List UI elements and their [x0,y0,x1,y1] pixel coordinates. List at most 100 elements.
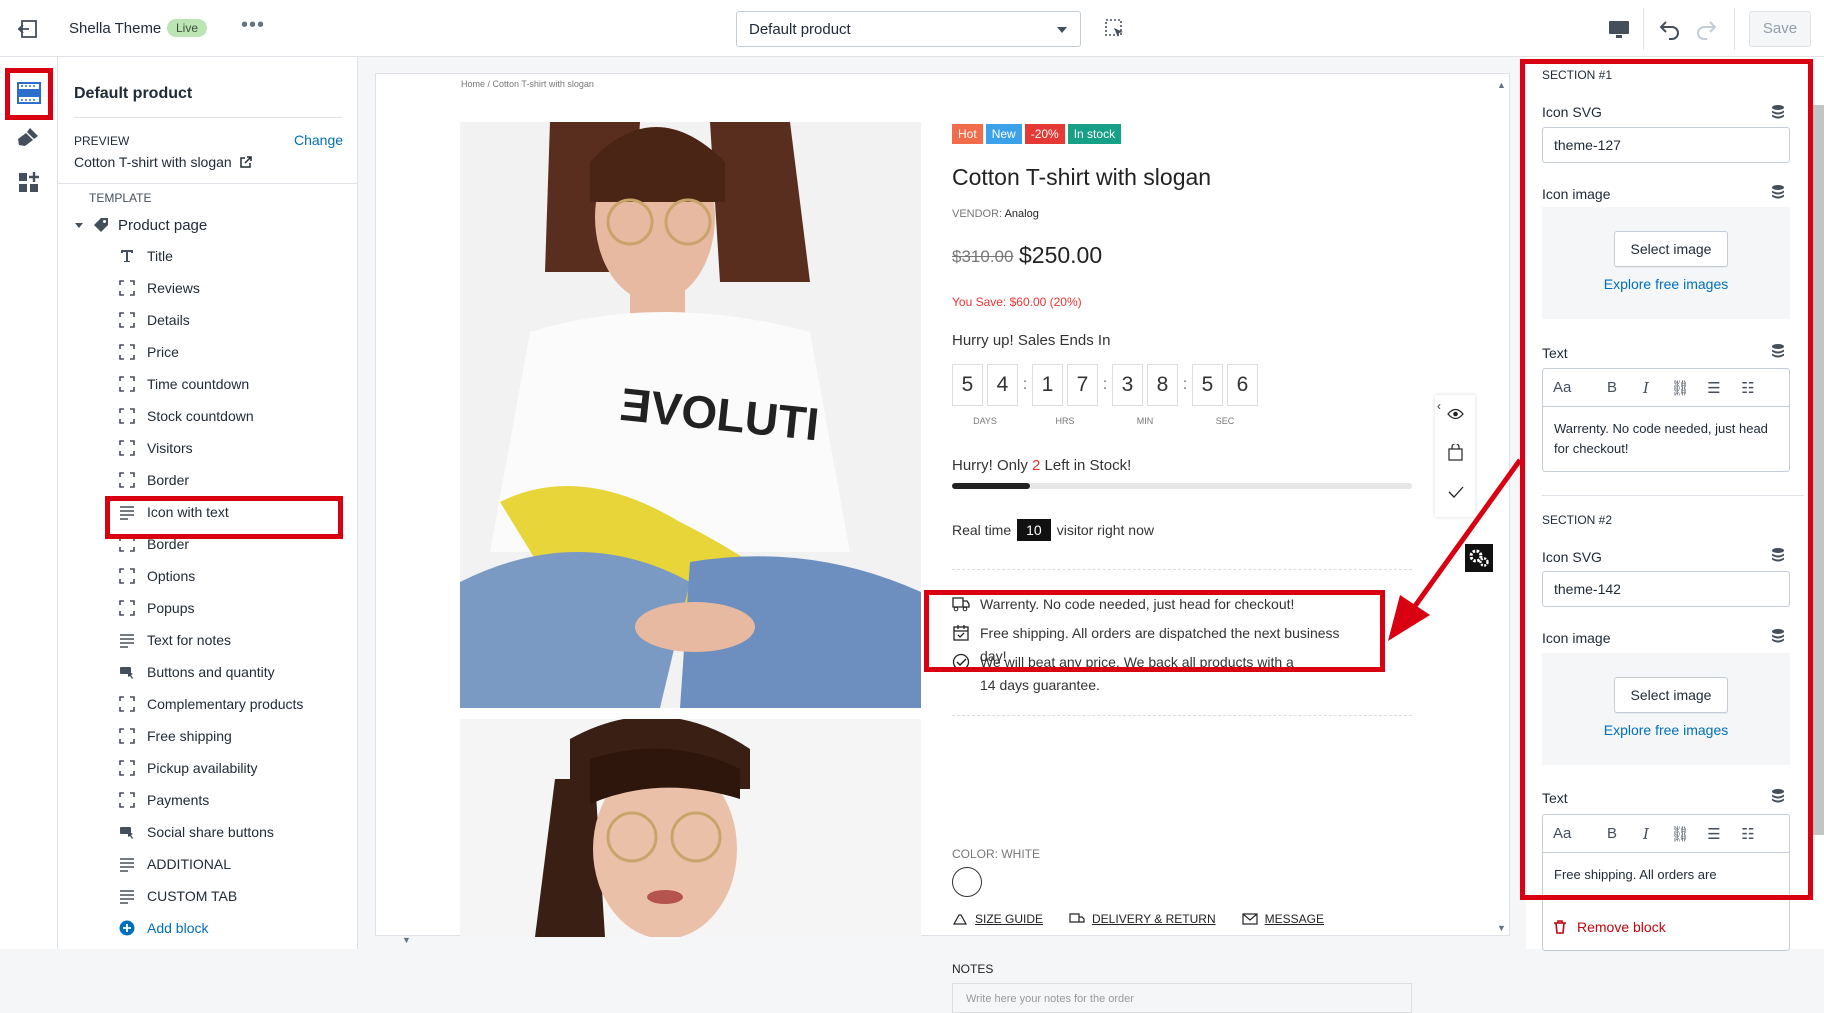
redo-icon[interactable] [1693,16,1719,42]
block-item[interactable]: Pickup availability [118,752,348,784]
explore-free-images-link[interactable]: Explore free images [1542,276,1790,292]
apps-icon[interactable] [15,169,43,197]
save-button[interactable]: Save [1749,11,1811,47]
vendor: VENDOR: Analog [952,208,1039,220]
block-item[interactable]: Free shipping [118,720,348,752]
dynamic-source-icon[interactable] [1770,104,1786,120]
italic-icon[interactable]: I [1635,379,1657,397]
truck-icon [952,593,970,616]
message-link[interactable]: MESSAGE [1242,912,1324,926]
block-item[interactable]: Visitors [118,432,348,464]
text-editor[interactable]: Aa B I ⛓ ☰ ☷ Warrenty. No code needed, j… [1542,368,1790,472]
block-item-label: Pickup availability [147,760,258,776]
chevron-left-icon[interactable]: ‹ [1437,399,1441,413]
block-item[interactable]: Reviews [118,272,348,304]
top-bar: Shella Theme Live ••• Default product Sa… [0,0,1824,57]
dynamic-source-icon[interactable] [1770,628,1786,644]
block-item[interactable]: Stock countdown [118,400,348,432]
bullet-list-icon[interactable]: ☰ [1703,825,1725,843]
preview-product[interactable]: Cotton T-shirt with slogan [74,154,252,170]
scroll-down-icon[interactable]: ▼ [1497,923,1506,933]
format-dropdown[interactable]: Aa [1553,379,1589,396]
block-item[interactable]: Text for notes [118,624,348,656]
settings-scrollbar[interactable] [1813,105,1824,835]
block-item[interactable]: Details [118,304,348,336]
size-guide-link[interactable]: SIZE GUIDE [952,912,1043,926]
block-icon [118,439,136,457]
external-link-icon[interactable] [239,156,252,168]
color-swatch-white[interactable] [952,867,982,897]
buy-buttons-icon [118,823,136,841]
undo-icon[interactable] [1657,16,1683,42]
block-item[interactable]: Payments [118,784,348,816]
scroll-up-icon[interactable]: ▲ [1497,80,1506,90]
bold-icon[interactable]: B [1601,379,1623,396]
format-dropdown[interactable]: Aa [1553,825,1589,842]
block-item[interactable]: Title [118,240,348,272]
add-block-button[interactable]: Add block [118,912,348,944]
dynamic-source-icon[interactable] [1770,547,1786,563]
dynamic-source-icon[interactable] [1770,788,1786,804]
block-item[interactable]: Popups [118,592,348,624]
vendor-name[interactable]: Analog [1005,208,1039,220]
explore-free-images-link[interactable]: Explore free images [1542,722,1790,738]
block-item[interactable]: Border [118,528,348,560]
block-item-label: Icon with text [147,504,229,520]
block-item[interactable]: Buttons and quantity [118,656,348,688]
breadcrumb[interactable]: Home / Cotton T-shirt with slogan [461,79,594,89]
dynamic-source-icon[interactable] [1770,343,1786,359]
block-item[interactable]: ADDITIONAL [118,848,348,880]
delivery-return-link[interactable]: DELIVERY & RETURN [1069,912,1216,926]
you-save: You Save: $60.00 (20%) [952,295,1082,309]
block-item-label: Time countdown [147,376,250,392]
link-icon[interactable]: ⛓ [1669,825,1691,843]
product-image-main[interactable]: ƎVOLUTI [460,122,921,708]
block-item[interactable]: Border [118,464,348,496]
change-preview-link[interactable]: Change [294,132,343,148]
select-image-button[interactable]: Select image [1614,677,1728,713]
inspector-icon[interactable] [1104,18,1126,40]
block-item-label: Visitors [147,440,193,456]
select-image-button[interactable]: Select image [1614,231,1728,267]
block-item[interactable]: Time countdown [118,368,348,400]
eye-icon[interactable] [1447,408,1464,420]
add-block-label: Add block [147,920,209,936]
block-item-label: CUSTOM TAB [147,888,238,904]
block-icon [118,535,136,553]
icon-svg-input[interactable]: theme-127 [1542,127,1790,163]
notes-input[interactable]: Write here your notes for the order [952,983,1412,1013]
text-editor-content[interactable]: Warrenty. No code needed, just head for … [1543,407,1789,471]
sections-icon[interactable] [15,79,43,107]
exit-icon[interactable] [16,16,42,42]
italic-icon[interactable]: I [1635,825,1657,843]
desktop-view-icon[interactable] [1606,16,1632,42]
link-icon[interactable]: ⛓ [1669,379,1691,397]
text-editor-content[interactable]: Free shipping. All orders are [1543,853,1789,897]
section-1-heading: SECTION #1 [1542,68,1613,82]
bold-icon[interactable]: B [1601,825,1623,842]
remove-block-button[interactable]: Remove block [1552,919,1666,935]
dynamic-source-icon[interactable] [1770,184,1786,200]
block-item[interactable]: Social share buttons [118,816,348,848]
numbered-list-icon[interactable]: ☷ [1737,825,1759,843]
caret-down-icon[interactable] [74,220,84,230]
product-page-section[interactable]: Product page [74,216,207,234]
block-item-label: Popups [147,600,195,616]
block-item[interactable]: Icon with text [118,496,348,528]
block-item[interactable]: CUSTOM TAB [118,880,348,912]
template-select[interactable]: Default product [736,11,1081,47]
icon-svg-input[interactable]: theme-142 [1542,571,1790,607]
scroll-down-icon[interactable]: ▼ [402,935,411,945]
block-item[interactable]: Options [118,560,348,592]
product-image-secondary[interactable] [460,719,921,937]
block-item[interactable]: Complementary products [118,688,348,720]
block-item-label: Price [147,344,179,360]
more-actions-button[interactable]: ••• [241,14,265,37]
block-item[interactable]: Price [118,336,348,368]
bullet-list-icon[interactable]: ☰ [1703,379,1725,397]
block-item-label: Details [147,312,190,328]
block-item-label: Title [147,248,173,264]
countdown-digit: 5 [1192,364,1223,406]
theme-settings-icon[interactable] [15,124,43,152]
numbered-list-icon[interactable]: ☷ [1737,379,1759,397]
